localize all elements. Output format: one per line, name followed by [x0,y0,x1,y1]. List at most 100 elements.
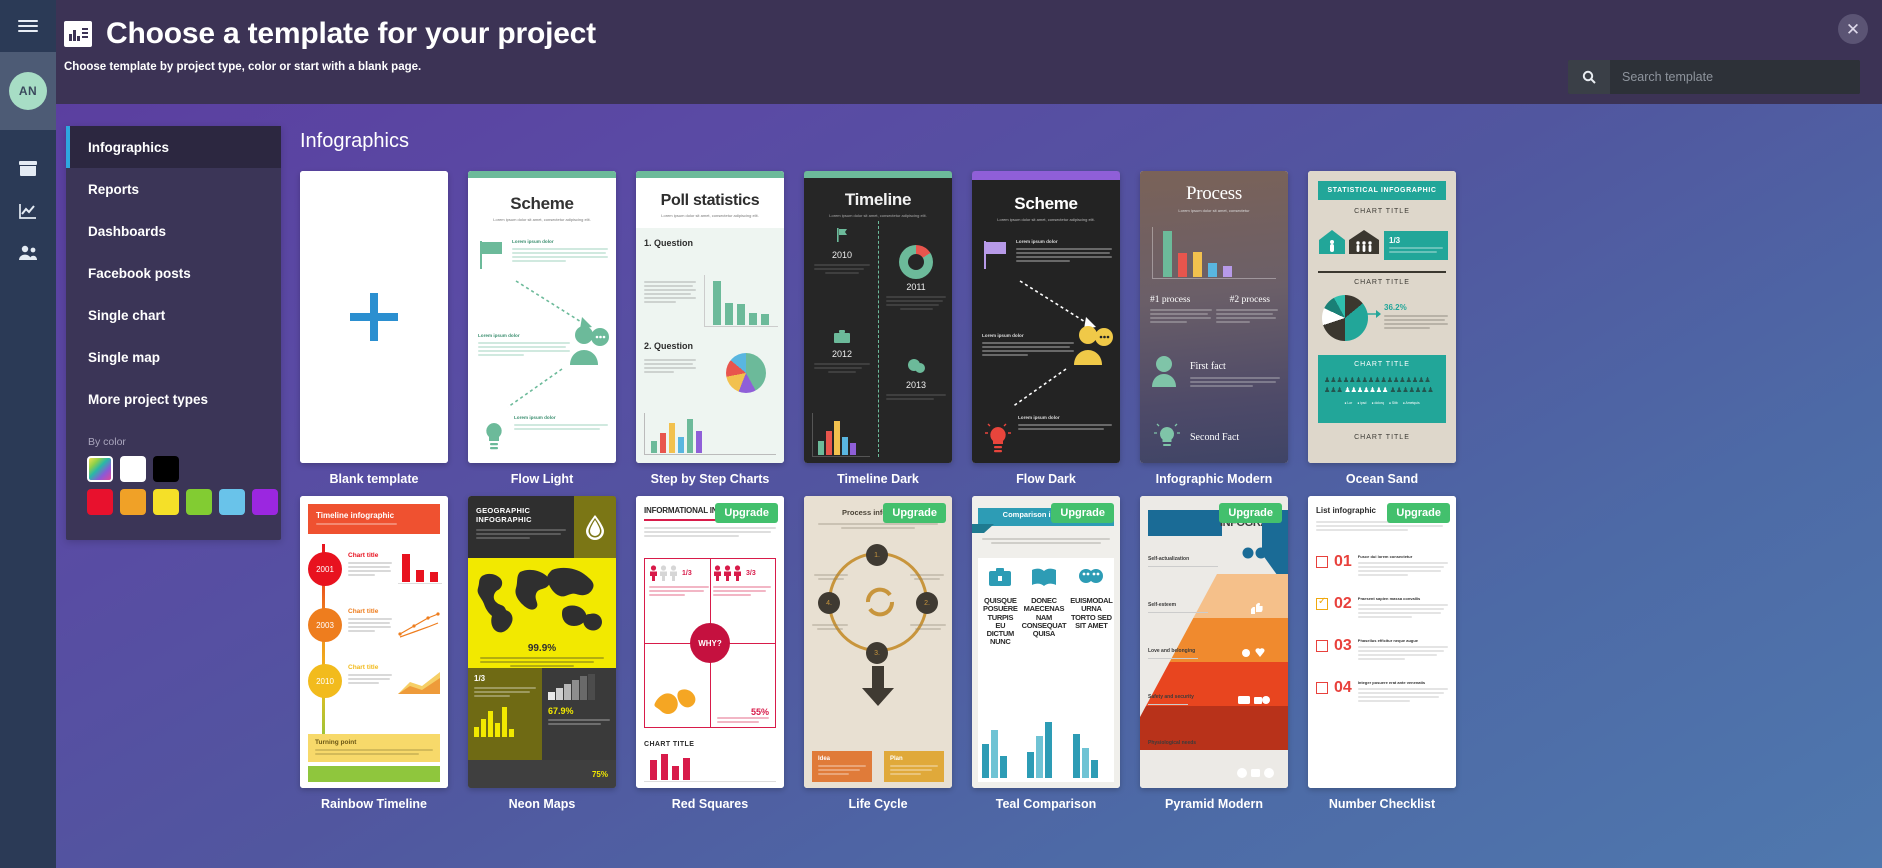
upgrade-badge[interactable]: Upgrade [883,503,946,523]
color-swatch-green[interactable] [186,489,212,515]
thumb-title: Timeline infographic [316,511,395,520]
template-thumbnail[interactable]: Timeline Lorem ipsum dolor sit amet, con… [804,171,952,463]
upgrade-badge[interactable]: Upgrade [1219,503,1282,523]
template-card-life-cycle[interactable]: Upgrade Process infographic 1. 2. 3. 4. [804,496,952,811]
thumb-left-label: Idea [818,756,831,762]
modal-body: Infographics Reports Dashboards Facebook… [56,104,1882,868]
template-thumbnail[interactable] [300,171,448,463]
color-swatch-purple[interactable] [252,489,278,515]
sidebar-item-single-chart[interactable]: Single chart [66,294,281,336]
chart-title-label: Chart title [348,608,379,615]
color-swatch-red[interactable] [87,489,113,515]
upgrade-badge[interactable]: Upgrade [1387,503,1450,523]
upgrade-badge[interactable]: Upgrade [1051,503,1114,523]
search-icon[interactable] [1568,60,1610,94]
template-card-label: Timeline Dark [837,472,919,486]
thumb-teal-comparison: Comparison infographic QUISQUE POSUERE T… [972,496,1120,788]
timeline-year: 2001 [308,552,342,586]
template-card-label: Infographic Modern [1155,472,1273,486]
template-thumbnail[interactable]: Scheme Lorem ipsum dolor sit amet, conse… [972,171,1120,463]
search-input[interactable] [1610,60,1860,94]
template-card-pyramid-modern[interactable]: Upgrade HIERARCHY INFOGRAPHIC S [1140,496,1288,811]
template-card-infographic-modern[interactable]: Process Lorem ipsum dolor sit amet, cons… [1140,171,1288,486]
app-left-rail: AN [0,0,56,868]
sidebar-item-single-map[interactable]: Single map [66,336,281,378]
thumb-chart-title: CHART TITLE [1354,208,1410,215]
sidebar-item-facebook-posts[interactable]: Facebook posts [66,252,281,294]
template-thumbnail[interactable]: Timeline infographic 2001 Chart title 20… [300,496,448,788]
sidebar-item-reports[interactable]: Reports [66,168,281,210]
color-swatch-white[interactable] [120,456,146,482]
chart-title-label: Chart title [348,552,379,559]
thumb-chart-title: CHART TITLE [1354,361,1410,368]
color-swatch-black[interactable] [153,456,179,482]
analytics-chart-icon[interactable] [0,190,56,232]
thumb-rainbow-timeline: Timeline infographic 2001 Chart title 20… [300,496,448,788]
template-thumbnail[interactable]: STATISTICAL INFOGRAPHIC CHART TITLE 1/3 [1308,171,1456,463]
cycle-step: 4. [818,592,840,614]
checklist-number: 03 [1334,637,1352,654]
template-thumbnail[interactable]: Upgrade HIERARCHY INFOGRAPHIC S [1140,496,1288,788]
template-thumbnail[interactable]: Process Lorem ipsum dolor sit amet, cons… [1140,171,1288,463]
avatar-container[interactable]: AN [0,52,56,130]
timeline-year: 2010 [831,250,853,260]
template-card-step-by-step-charts[interactable]: Poll statistics Lorem ipsum dolor sit am… [636,171,784,486]
template-thumbnail[interactable]: GEOGRAPHIC INFOGRAPHIC 99.9% 1/3 67.9% 7… [468,496,616,788]
template-thumbnail[interactable]: Poll statistics Lorem ipsum dolor sit am… [636,171,784,463]
pyramid-level-label: Love and belonging [1148,648,1196,654]
template-card-number-checklist[interactable]: Upgrade List infographic 01 Fusce dui lo… [1308,496,1456,811]
sidebar-item-infographics[interactable]: Infographics [66,126,281,168]
thumb-fact-1: First fact [1190,361,1226,372]
thumb-percent: 36.2% [1384,303,1407,312]
template-thumbnail[interactable]: Upgrade List infographic 01 Fusce dui lo… [1308,496,1456,788]
template-card-flow-dark[interactable]: Scheme Lorem ipsum dolor sit amet, conse… [972,171,1120,486]
color-swatch-orange[interactable] [120,489,146,515]
template-thumbnail[interactable]: Upgrade Comparison infographic QUISQUE P… [972,496,1120,788]
template-card-timeline-dark[interactable]: Timeline Lorem ipsum dolor sit amet, con… [804,171,952,486]
users-icon[interactable] [0,232,56,274]
upgrade-badge[interactable]: Upgrade [715,503,778,523]
template-card-neon-maps[interactable]: GEOGRAPHIC INFOGRAPHIC 99.9% 1/3 67.9% 7… [468,496,616,811]
by-color-label: By color [88,436,126,448]
template-card-red-squares[interactable]: Upgrade INFORMATIONAL INFOGRAPHIC 1/3 3/… [636,496,784,811]
turning-point-label: Turning point [315,739,357,746]
sidebar-item-label: More project types [88,391,209,407]
color-swatch-rainbow[interactable] [87,456,113,482]
template-card-teal-comparison[interactable]: Upgrade Comparison infographic QUISQUE P… [972,496,1120,811]
sidebar-item-label: Infographics [88,139,170,155]
close-icon[interactable]: ✕ [1838,14,1868,44]
template-card-flow-light[interactable]: Scheme Lorem ipsum dolor sit amet, conse… [468,171,616,486]
thumb-life-cycle: Process infographic 1. 2. 3. 4. Idea Pla… [804,496,952,788]
color-swatch-blue[interactable] [219,489,245,515]
avatar[interactable]: AN [9,72,47,110]
color-swatch-yellow[interactable] [153,489,179,515]
archive-box-icon[interactable] [0,148,56,190]
sidebar-item-dashboards[interactable]: Dashboards [66,210,281,252]
category-panel: Infographics Reports Dashboards Facebook… [66,126,281,540]
thumb-chart-title: CHART TITLE [1354,434,1410,441]
sidebar-item-label: Single map [88,349,161,365]
menu-button[interactable] [0,0,56,52]
thumb-banner: STATISTICAL INFOGRAPHIC [1318,181,1446,200]
cycle-step: 1. [866,544,888,566]
thumb-ratio-2: 3/3 [746,569,756,577]
template-card-label: Neon Maps [508,797,576,811]
template-card-ocean-sand[interactable]: STATISTICAL INFOGRAPHIC CHART TITLE 1/3 [1308,171,1456,486]
template-card-label: Step by Step Charts [650,472,770,486]
template-thumbnail[interactable]: Upgrade Process infographic 1. 2. 3. 4. [804,496,952,788]
pyramid-level-label: Safety and security [1148,694,1194,700]
hamburger-menu-icon[interactable] [18,17,38,35]
timeline-year: 2010 [308,664,342,698]
sidebar-item-more-project-types[interactable]: More project types [66,378,281,420]
pyramid-level-label: Self-esteem [1148,602,1177,608]
template-card-blank-template[interactable]: Blank template [300,171,448,486]
header-title-row: Choose a template for your project [56,0,1882,51]
template-thumbnail[interactable]: Upgrade INFORMATIONAL INFOGRAPHIC 1/3 3/… [636,496,784,788]
thumb-pyramid-modern: HIERARCHY INFOGRAPHIC Self-actualization… [1140,496,1288,788]
thumb-process-2: #2 process [1229,295,1270,305]
sidebar-item-label: Reports [88,181,140,197]
cycle-step: 3. [866,642,888,664]
template-card-rainbow-timeline[interactable]: Timeline infographic 2001 Chart title 20… [300,496,448,811]
thumb-chart-title: CHART TITLE [1354,279,1410,286]
template-thumbnail[interactable]: Scheme Lorem ipsum dolor sit amet, conse… [468,171,616,463]
